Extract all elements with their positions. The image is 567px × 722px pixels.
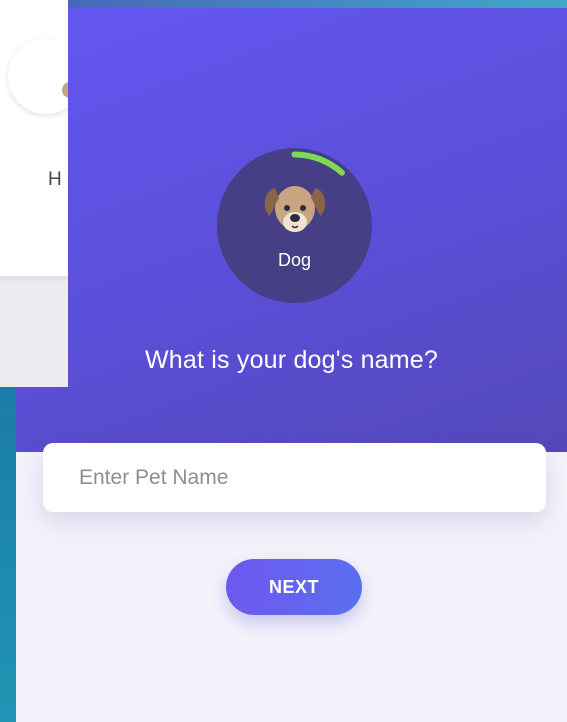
pet-type-avatar: Dog — [217, 148, 372, 303]
overlay-avatar — [8, 38, 68, 114]
pet-type-label: Dog — [277, 250, 312, 270]
hero-header: Dog What is your dog's name? — [16, 8, 567, 452]
pet-name-input[interactable] — [43, 443, 546, 512]
dog-icon — [264, 186, 326, 232]
question-heading: What is your dog's name? — [144, 346, 439, 374]
window-top-edge — [0, 0, 567, 8]
overlapping-window: H — [0, 0, 68, 387]
pet-setup-screen: Dog What is your dog's name? NEXT — [16, 8, 567, 722]
overlay-text: H — [48, 169, 62, 190]
next-button[interactable]: NEXT — [226, 559, 362, 615]
overlay-card: H — [0, 0, 68, 276]
